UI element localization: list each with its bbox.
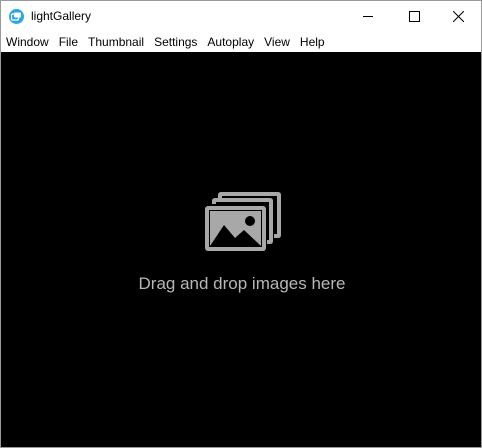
- maximize-button[interactable]: [391, 1, 437, 32]
- menu-view[interactable]: View: [259, 32, 295, 52]
- menu-help[interactable]: Help: [295, 32, 330, 52]
- images-icon: [205, 192, 281, 251]
- menu-settings[interactable]: Settings: [149, 32, 202, 52]
- close-button[interactable]: [435, 1, 481, 32]
- app-window: lightGallery Window File Thumbnail Setti…: [0, 0, 482, 448]
- menu-file[interactable]: File: [54, 32, 83, 52]
- window-title: lightGallery: [31, 9, 92, 23]
- minimize-icon: [363, 16, 373, 17]
- menu-autoplay[interactable]: Autoplay: [202, 32, 259, 52]
- menu-thumbnail[interactable]: Thumbnail: [83, 32, 149, 52]
- drop-zone[interactable]: Drag and drop images here: [1, 52, 481, 447]
- maximize-icon: [409, 11, 420, 22]
- menu-bar: Window File Thumbnail Settings Autoplay …: [1, 32, 481, 52]
- close-icon: [453, 11, 464, 22]
- app-logo-icon: [9, 9, 24, 24]
- title-bar[interactable]: lightGallery: [1, 1, 481, 32]
- menu-window[interactable]: Window: [1, 32, 54, 52]
- drop-message: Drag and drop images here: [138, 274, 346, 293]
- minimize-button[interactable]: [345, 1, 391, 32]
